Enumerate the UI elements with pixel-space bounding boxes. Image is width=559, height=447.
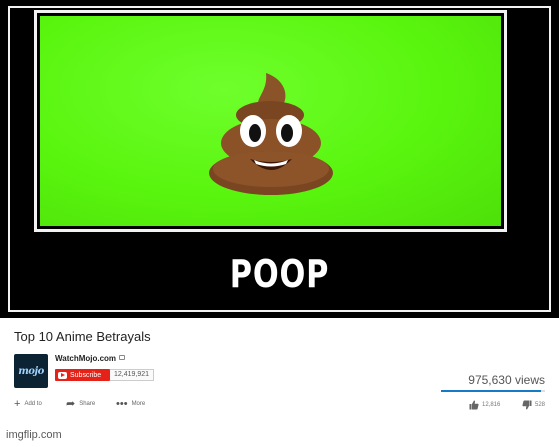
more-button[interactable]: ••• More xyxy=(116,398,146,410)
pile-of-poo-icon xyxy=(208,73,333,195)
like-ratio-bar xyxy=(441,390,545,392)
verified-icon xyxy=(119,355,126,360)
video-title: Top 10 Anime Betrayals xyxy=(14,329,151,344)
poster-caption: POOP xyxy=(229,252,330,296)
more-label: More xyxy=(131,401,146,407)
green-screen-background xyxy=(40,16,501,226)
add-to-label: Add to xyxy=(24,401,42,407)
thumbs-down-icon xyxy=(522,400,532,410)
imgflip-watermark: imgflip.com xyxy=(6,429,62,441)
share-arrow-icon: ➦ xyxy=(66,398,76,410)
poster-image-frame xyxy=(34,10,507,232)
channel-name: WatchMojo.com xyxy=(55,354,117,363)
channel-name-link[interactable]: WatchMojo.com xyxy=(55,354,126,363)
dislike-count: 528 xyxy=(535,402,546,408)
like-ratio-fill xyxy=(441,390,541,392)
subscribe-label: Subscribe xyxy=(70,371,102,379)
subscriber-count: 12,419,921 xyxy=(110,369,155,381)
share-button[interactable]: ➦ Share xyxy=(66,398,96,410)
dislike-button[interactable]: 528 xyxy=(522,400,545,410)
more-dots-icon: ••• xyxy=(116,398,128,410)
like-count: 12,816 xyxy=(482,402,501,408)
plus-icon: + xyxy=(14,398,21,410)
subscribe-button[interactable]: Subscribe xyxy=(55,369,110,381)
youtube-play-icon xyxy=(58,371,67,379)
add-to-button[interactable]: + Add to xyxy=(14,398,42,410)
channel-logo-text: mojo xyxy=(18,365,44,377)
share-label: Share xyxy=(79,401,96,407)
youtube-video-info: Top 10 Anime Betrayals mojo WatchMojo.co… xyxy=(4,320,555,420)
view-count: 975,630 views xyxy=(468,373,545,387)
thumbs-up-icon xyxy=(469,400,479,410)
channel-avatar[interactable]: mojo xyxy=(14,354,48,388)
like-button[interactable]: 12,816 xyxy=(469,400,500,410)
demotivational-poster: POOP xyxy=(0,0,559,318)
